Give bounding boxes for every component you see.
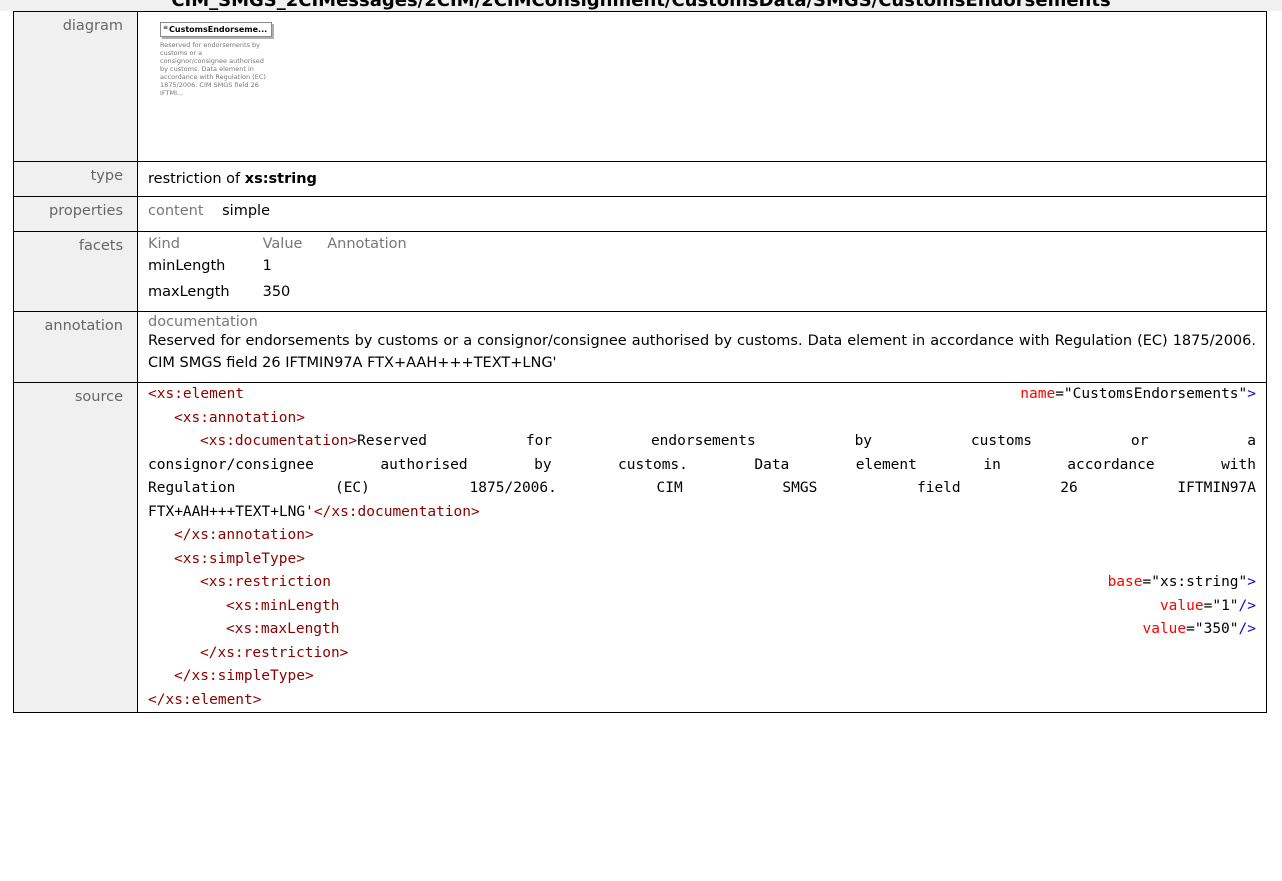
row-diagram: diagram ≡ CustomsEndorseme... Reserved f… [13, 11, 1267, 162]
source-line: consignor/consignee authorised by custom… [148, 454, 1256, 478]
source-tag: <xs:documentation> [200, 433, 358, 449]
row-facets: facets Kind Value Annotation minLength 1… [13, 231, 1267, 312]
diagram-cell: ≡ CustomsEndorseme... Reserved for endor… [137, 11, 1267, 162]
label-source: source [13, 382, 138, 713]
source-tag: <xs:element [148, 386, 245, 402]
source-attr-value: ="1" [1203, 597, 1239, 614]
source-tag: </xs:restriction> [200, 644, 349, 661]
annotation-heading: documentation [148, 314, 258, 330]
diagram-note: Reserved for endorsements by customs or … [160, 41, 266, 97]
source-line: <xs:element name ="CustomsEndorsements" > [148, 383, 1256, 407]
element-doc-table: diagram ≡ CustomsEndorseme... Reserved f… [13, 11, 1267, 713]
source-text: consignor/consignee authorised by custom… [148, 456, 1256, 473]
source-tag: </xs:annotation> [174, 527, 314, 543]
label-properties: properties [13, 196, 138, 232]
source-attr: value [1142, 621, 1187, 637]
type-prefix: restriction of [148, 171, 241, 187]
source-tag: </xs:element> [148, 691, 262, 708]
source-attr-value: ="350" [1186, 621, 1239, 637]
source-line: <xs:documentation> Reserved for endorseme… [148, 430, 1256, 454]
source-tag-close: /> [1238, 597, 1256, 614]
diagram-element-label: CustomsEndorseme... [169, 25, 268, 34]
element-icon: ≡ [163, 24, 169, 31]
source-attr: value [1159, 597, 1204, 614]
source-line: Regulation (EC) 1875/2006. CIM SMGS fiel… [148, 477, 1256, 501]
source-tag-close: /> [1238, 621, 1256, 637]
facet-header-kind: Kind [148, 236, 180, 252]
source-code: <xs:element name ="CustomsEndorsements" > <… [137, 382, 1267, 713]
source-attr-value: ="xs:string" [1142, 574, 1248, 590]
source-line: <xs:restriction base ="xs:string" > [148, 571, 1256, 595]
page-title: CIM_SMGS_2CIMessages/2CIM/2CIMConsignmen… [0, 0, 1282, 11]
annotation-text: Reserved for endorsements by customs or … [148, 333, 1256, 371]
source-line: <xs:minLength value ="1"/> [148, 595, 1256, 619]
source-tag: </xs:documentation> [313, 503, 480, 520]
label-diagram: diagram [13, 11, 138, 162]
facet-value: 350 [262, 284, 291, 300]
facet-value: 1 [262, 258, 272, 274]
facets-cell: Kind Value Annotation minLength 1 maxLen… [137, 231, 1267, 312]
type-cell: restriction of xs:string [137, 161, 1267, 197]
source-attr: base [1107, 574, 1143, 590]
source-line: <xs:simpleType> [148, 548, 1256, 572]
source-tag: </xs:simpleType> [174, 668, 314, 684]
source-tag: <xs:simpleType> [174, 550, 305, 567]
source-attr-value: ="CustomsEndorsements" [1055, 386, 1248, 402]
facet-header-annotation: Annotation [327, 236, 407, 252]
row-annotation: annotation documentation Reserved for en… [13, 311, 1267, 383]
facet-kind: maxLength [148, 284, 230, 300]
facet-row: minLength 1 [148, 252, 1256, 274]
source-tag-close: > [1247, 386, 1256, 402]
source-tag: <xs:maxLength [226, 621, 340, 637]
source-line: FTX+AAH+++TEXT+LNG' </xs:documentation> [148, 501, 1256, 525]
property-value: simple [222, 203, 270, 219]
label-facets: facets [13, 231, 138, 312]
source-line: </xs:element> [148, 689, 1256, 713]
facet-row: maxLength 350 [148, 274, 1256, 300]
label-annotation: annotation [13, 311, 138, 383]
source-line: <xs:maxLength value ="350"/> [148, 618, 1256, 642]
diagram-element-box[interactable]: ≡ CustomsEndorseme... [160, 22, 273, 37]
source-line: </xs:annotation> [148, 524, 1256, 548]
type-link[interactable]: xs:string [245, 171, 317, 187]
source-text: Reserved for endorsements by customs or … [357, 433, 1256, 449]
source-tag: <xs:minLength [226, 597, 340, 614]
row-properties: properties content simple [13, 196, 1267, 232]
row-source: source <xs:element name ="CustomsEndorseme… [13, 382, 1267, 713]
property-key: content [148, 203, 204, 219]
source-tag: <xs:restriction [200, 574, 331, 590]
source-line: </xs:simpleType> [148, 665, 1256, 689]
source-attr: name [1020, 386, 1056, 402]
annotation-cell: documentation Reserved for endorsements … [137, 311, 1267, 383]
source-tag-close: > [1247, 574, 1256, 590]
source-line: </xs:restriction> [148, 642, 1256, 666]
row-type: type restriction of xs:string [13, 161, 1267, 197]
facets-header: Kind Value Annotation [148, 232, 1256, 252]
label-type: type [13, 161, 138, 197]
source-line: <xs:annotation> [148, 407, 1256, 431]
source-tag: <xs:annotation> [174, 409, 305, 426]
facet-header-value: Value [262, 236, 303, 252]
source-text: FTX+AAH+++TEXT+LNG' [148, 503, 314, 520]
facet-kind: minLength [148, 258, 226, 274]
source-text: Regulation (EC) 1875/2006. CIM SMGS fiel… [148, 480, 1256, 496]
properties-cell: content simple [137, 196, 1267, 232]
